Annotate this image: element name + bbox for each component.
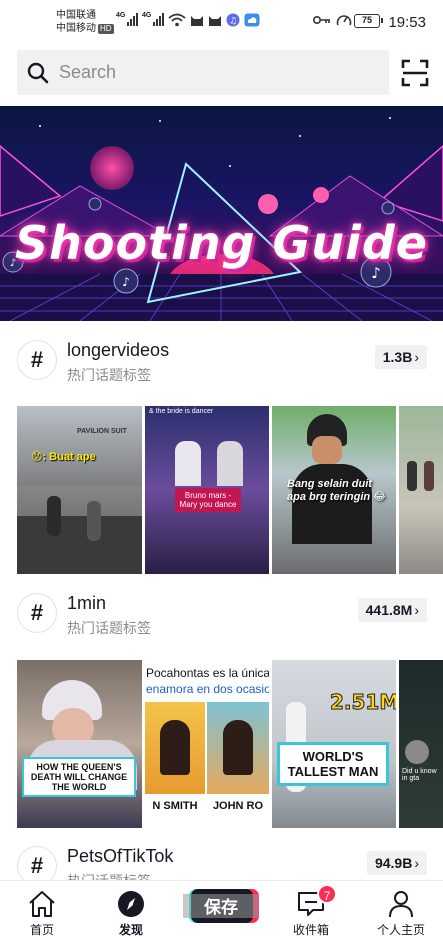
speed-gauge-icon [336, 15, 352, 26]
thumb-caption: & the bride is dancer [149, 408, 214, 415]
thumb-overlay-text: Bruno mars - Mary you dance [175, 488, 241, 512]
banner-title: Shooting Guide [15, 216, 428, 270]
nav-inbox[interactable]: 收件箱 [271, 881, 351, 939]
thumb-stat: 2.51M [329, 690, 396, 715]
thumb-caption-2: enamora en dos ocasion [146, 682, 269, 696]
chevron-right-icon: › [414, 602, 419, 618]
signal-2-icon: 4G [142, 12, 165, 26]
hashtag-name: 1min [67, 593, 107, 613]
view-count: 94.9B [374, 855, 413, 871]
video-thumbnails-row: HOW THE QUEEN'S DEATH WILL CHANGE THE WO… [0, 660, 443, 828]
thumb-caption: 😯: Buat ape [31, 451, 96, 463]
status-bar: 中国联通 中国移动 HD 4G 4G ♫ 75 19:53 [0, 0, 443, 44]
video-thumbnail[interactable]: Bang selain duit apa brg teringin 😂 [272, 406, 396, 574]
nav-home-label: 首页 [29, 923, 54, 937]
shooting-guide-banner[interactable]: ♪ ♪ ♪ Shooting Guide [0, 106, 443, 321]
video-thumbnail[interactable]: PAVILION SUIT 😯: Buat ape [17, 406, 142, 574]
key-icon [313, 16, 330, 24]
battery-indicator: 75 [354, 14, 383, 28]
thumb-caption: WORLD'S TALLEST MAN [277, 742, 389, 786]
hd-badge: HD [98, 24, 114, 34]
compass-icon [118, 891, 144, 917]
hashtag-name: longervideos [67, 340, 170, 360]
nav-discover-label: 发现 [118, 923, 143, 937]
thumb-sign: PAVILION SUIT [77, 428, 127, 435]
thumb-caption: Pocahontas es la única q [146, 666, 269, 680]
wifi-icon [168, 13, 186, 27]
search-bar[interactable] [17, 50, 389, 95]
search-icon [27, 62, 49, 83]
thumb-caption-2-text: enamora en dos ocasion [146, 682, 269, 696]
thumb-caption: Did u know in gta [402, 768, 437, 782]
profile-person-icon [389, 891, 413, 918]
save-overlay-label: 保存 [204, 898, 238, 917]
nav-inbox-label: 收件箱 [292, 923, 329, 937]
hashtag-subtitle: 热门话题标签 [67, 620, 151, 636]
nav-home[interactable]: 首页 [2, 881, 82, 939]
thumb-name-label: JOHN RO [212, 800, 264, 812]
hashtag-icon: # [17, 340, 57, 380]
video-thumbnail[interactable]: Did u know in gta [399, 660, 443, 828]
cat-app-icon-2 [209, 16, 221, 26]
network-type-1: 4G [116, 12, 126, 19]
cloud-app-icon [244, 13, 260, 27]
network-type-2: 4G [142, 12, 152, 19]
carrier-info: 中国联通 中国移动 HD [56, 9, 114, 35]
signal-1-icon: 4G [116, 12, 139, 26]
bottom-navigation: 首页 发现 保存 收件箱 7 个人主页 [0, 880, 443, 939]
nav-profile[interactable]: 个人主页 [361, 881, 441, 939]
video-thumbnail[interactable] [399, 406, 443, 574]
scan-qr-icon[interactable] [401, 59, 429, 87]
view-count: 441.8M [365, 602, 413, 618]
svg-text:♫: ♫ [229, 17, 237, 27]
video-thumbnail[interactable]: 2.51M WORLD'S TALLEST MAN [272, 660, 396, 828]
video-thumbnails-row: PAVILION SUIT 😯: Buat ape & the bride is… [0, 406, 443, 574]
view-count-badge[interactable]: 94.9B › [366, 851, 427, 875]
svg-text:♪: ♪ [122, 275, 130, 289]
carrier-2: 中国移动 [56, 23, 96, 34]
hashtag-subtitle: 热门话题标签 [67, 367, 151, 383]
nav-profile-label: 个人主页 [376, 923, 425, 937]
thumb-name-label: N SMITH [152, 800, 198, 812]
chevron-right-icon: › [414, 349, 419, 365]
video-thumbnail[interactable]: & the bride is dancer Bruno mars - Mary … [145, 406, 269, 574]
hashtag-row-longervideos[interactable]: # longervideos 热门话题标签 1.3B › [0, 328, 443, 388]
clock: 19:53 [388, 14, 426, 31]
hashtag-row-1min[interactable]: # 1min 热门话题标签 441.8M › [0, 581, 443, 641]
carrier-1: 中国联通 [56, 10, 96, 21]
thumb-caption: Bang selain duit apa brg teringin 😂 [287, 478, 387, 503]
chevron-right-icon: › [414, 855, 419, 871]
nav-discover[interactable]: 发现 [91, 881, 171, 939]
home-icon [29, 891, 55, 917]
music-app-icon: ♫ [226, 13, 240, 27]
hashtag-name: PetsOfTikTok [67, 846, 174, 866]
thumb-caption: HOW THE QUEEN'S DEATH WILL CHANGE THE WO… [22, 757, 136, 797]
inbox-notification-badge: 7 [317, 884, 337, 904]
view-count-badge[interactable]: 1.3B › [374, 345, 427, 369]
view-count: 1.3B [382, 349, 413, 365]
hashtag-icon: # [17, 593, 57, 633]
banner-artwork: ♪ ♪ ♪ [0, 117, 443, 321]
cat-app-icon-1 [191, 16, 203, 26]
video-thumbnail[interactable]: HOW THE QUEEN'S DEATH WILL CHANGE THE WO… [17, 660, 142, 828]
view-count-badge[interactable]: 441.8M › [357, 598, 427, 622]
video-thumbnail[interactable]: Pocahontas es la única q enamora en dos … [145, 660, 269, 828]
search-input[interactable] [59, 62, 359, 83]
